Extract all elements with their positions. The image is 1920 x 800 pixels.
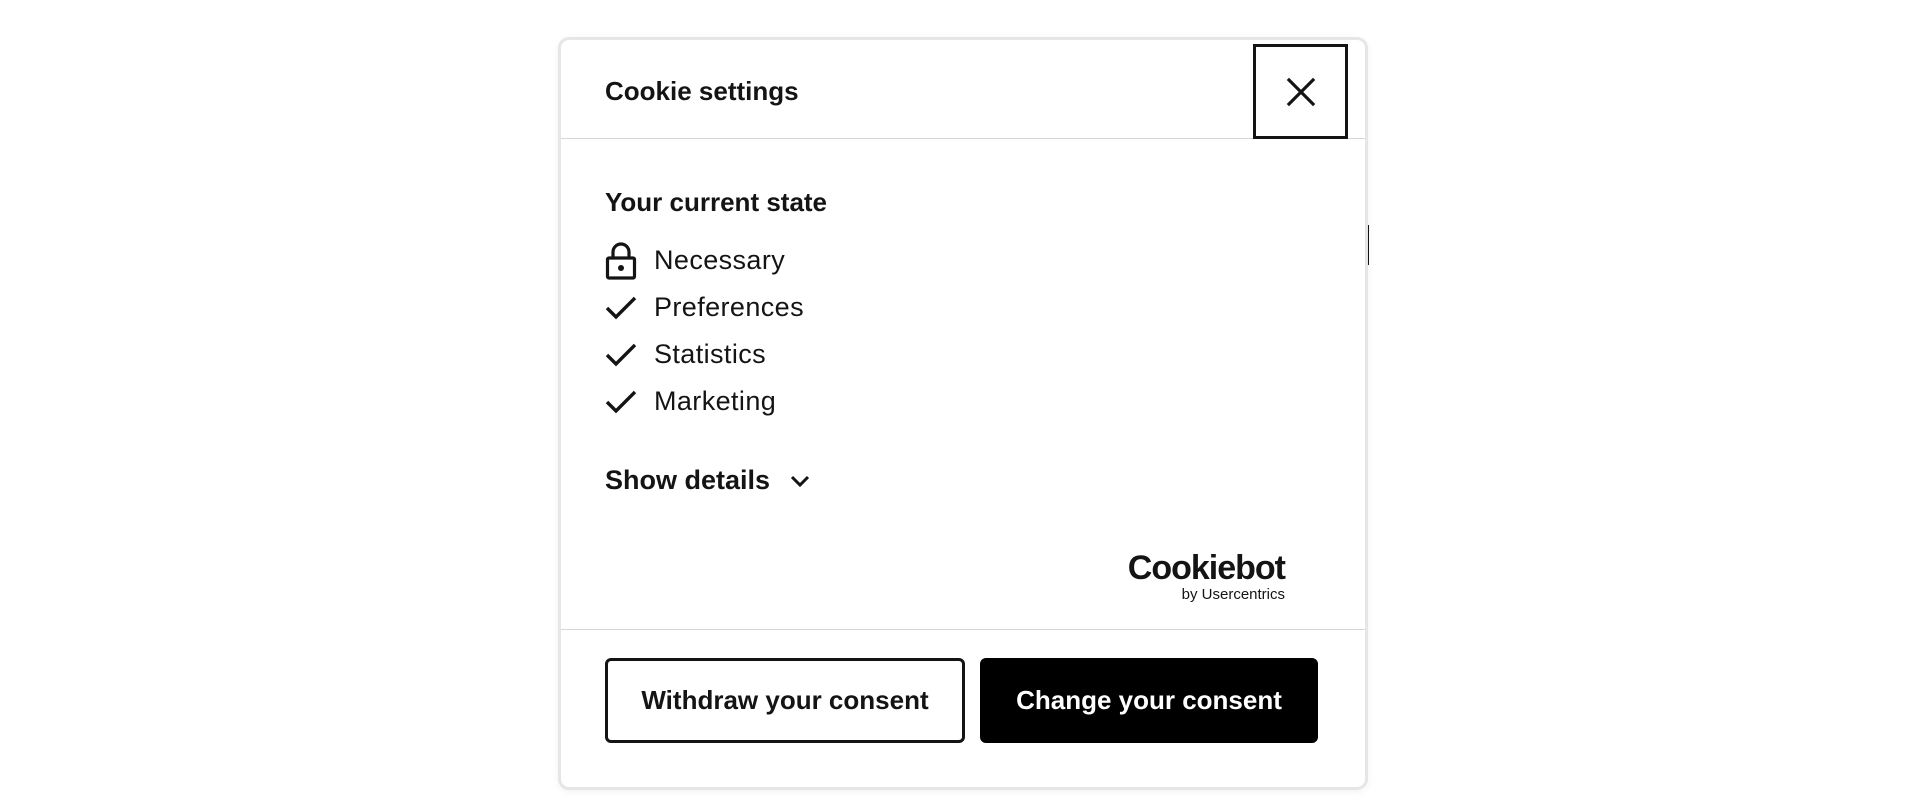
change-consent-button[interactable]: Change your consent (980, 658, 1318, 743)
dialog-header: Cookie settings (561, 40, 1365, 139)
state-label: Preferences (654, 292, 804, 322)
brand-name: Cookiebot (1127, 549, 1286, 587)
consent-state-list: Necessary Preferences Statistics Marketi… (605, 237, 804, 425)
cookiebot-logo: Cookiebot by Usercentrics (1127, 549, 1286, 603)
show-details-button[interactable]: Show details (605, 465, 810, 496)
checkmark-icon (605, 336, 639, 374)
lock-icon (605, 241, 639, 280)
cookie-settings-dialog: Cookie settings Your current state Neces… (561, 40, 1365, 787)
state-item-preferences: Preferences (605, 284, 804, 331)
state-item-statistics: Statistics (605, 331, 804, 378)
dialog-footer: Withdraw your consent Change your consen… (561, 630, 1365, 787)
state-item-marketing: Marketing (605, 378, 804, 425)
close-button[interactable] (1253, 44, 1348, 139)
checkmark-icon (605, 289, 639, 327)
withdraw-consent-button[interactable]: Withdraw your consent (605, 658, 965, 743)
dialog-body: Your current state Necessary Preferences… (561, 139, 1365, 630)
page: Cookie settings Your current state Neces… (0, 0, 1920, 800)
state-label: Necessary (654, 245, 786, 275)
brand-subtitle: by Usercentrics (1181, 586, 1285, 603)
chevron-down-icon (790, 474, 810, 488)
checkmark-icon (605, 383, 639, 421)
show-details-label: Show details (605, 465, 771, 495)
state-label: Statistics (654, 339, 767, 369)
current-state-heading: Your current state (605, 187, 828, 217)
state-item-necessary: Necessary (605, 237, 804, 284)
close-icon (1286, 77, 1316, 107)
dialog-title: Cookie settings (605, 76, 799, 106)
state-label: Marketing (654, 386, 777, 416)
